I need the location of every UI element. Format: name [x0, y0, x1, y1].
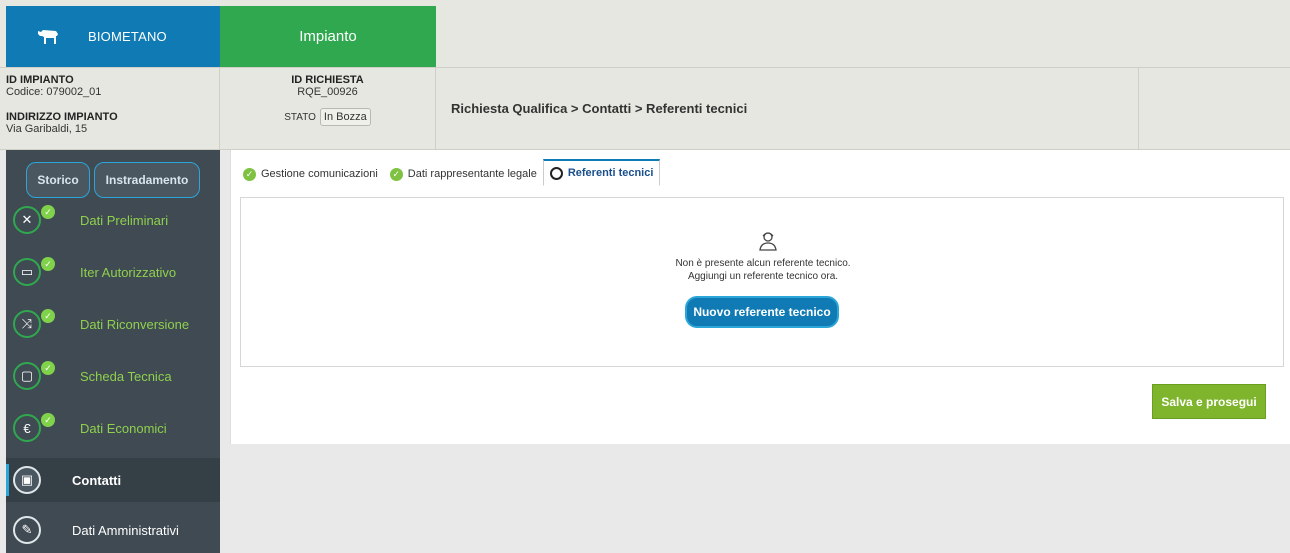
check-icon: ✓ — [41, 413, 55, 427]
sidebar-item-label: Scheda Tecnica — [80, 368, 172, 384]
sidebar-item-label: Dati Amministrativi — [72, 522, 179, 538]
tab-dati-rappresentante-legale[interactable]: ✓ Dati rappresentante legale — [384, 162, 543, 186]
tablet-icon: ▢ — [13, 362, 41, 390]
brand-name: BIOMETANO — [88, 29, 167, 44]
stato-label: STATO — [284, 111, 316, 123]
contacts-icon: ▣ — [13, 466, 41, 494]
id-impianto-label: ID IMPIANTO — [6, 74, 74, 86]
status-badge: In Bozza — [319, 108, 371, 126]
breadcrumb: Richiesta Qualifica > Contatti > Referen… — [451, 101, 748, 116]
factory-icon: ▭ — [13, 258, 41, 286]
id-richiesta-value: RQE_00926 — [297, 86, 358, 98]
empty-message: Non è presente alcun referente tecnico. … — [241, 257, 1285, 283]
check-icon: ✓ — [41, 205, 55, 219]
check-icon: ✓ — [41, 257, 55, 271]
info-row: ID IMPIANTO Codice: 079002_01 INDIRIZZO … — [0, 67, 1290, 150]
tab-label: Dati rappresentante legale — [407, 168, 537, 180]
divider — [1138, 68, 1139, 150]
sidebar-item-iter-autorizzativo[interactable]: ▭ ✓ Iter Autorizzativo — [6, 250, 220, 294]
id-richiesta-label: ID RICHIESTA — [291, 74, 364, 86]
cow-icon — [38, 29, 58, 44]
tab-referenti-tecnici[interactable]: Referenti tecnici — [542, 159, 661, 186]
sidebar-item-label: Dati Riconversione — [80, 316, 190, 332]
sidebar-item-scheda-tecnica[interactable]: ▢ ✓ Scheda Tecnica — [6, 354, 220, 398]
technician-icon — [759, 232, 777, 251]
section-tabs: ✓ Gestione comunicazioni ✓ Dati rapprese… — [237, 159, 661, 186]
wrench-icon: ✎ — [13, 516, 41, 544]
sidebar: Storico Instradamento ✕ ✓ Dati Prelimina… — [6, 150, 220, 553]
request-info: ID RICHIESTA RQE_00926 STATO In Bozza — [220, 68, 436, 150]
sidebar-item-dati-riconversione[interactable]: ⤨ ✓ Dati Riconversione — [6, 302, 220, 346]
check-icon: ✓ — [41, 309, 55, 323]
sidebar-item-contatti[interactable]: ▣ Contatti — [6, 458, 220, 502]
empty-line-2: Aggiungi un referente tecnico ora. — [687, 271, 839, 282]
check-icon: ✓ — [243, 167, 256, 181]
instradamento-button[interactable]: Instradamento — [94, 162, 200, 198]
app-root: BIOMETANO Impianto ID IMPIANTO Codice: 0… — [0, 0, 1290, 553]
brand-tab[interactable]: BIOMETANO — [6, 6, 220, 67]
indirizzo-label: INDIRIZZO IMPIANTO — [6, 111, 118, 123]
stato: STATO In Bozza — [220, 108, 435, 126]
save-and-continue-button[interactable]: Salva e prosegui — [1152, 384, 1266, 419]
main-panel: ✓ Gestione comunicazioni ✓ Dati rapprese… — [230, 150, 1290, 444]
tab-label: Gestione comunicazioni — [261, 168, 378, 180]
indirizzo-value: Via Garibaldi, 15 — [6, 123, 88, 135]
plant-info: ID IMPIANTO Codice: 079002_01 INDIRIZZO … — [0, 68, 220, 150]
empty-state-panel: Non è presente alcun referente tecnico. … — [240, 197, 1284, 367]
id-impianto-value: Codice: 079002_01 — [6, 86, 102, 98]
sidebar-item-label: Contatti — [72, 472, 122, 488]
top-bar: BIOMETANO Impianto — [0, 0, 1290, 67]
storico-button[interactable]: Storico — [26, 162, 90, 198]
new-technical-contact-button[interactable]: Nuovo referente tecnico — [685, 296, 839, 328]
sidebar-item-dati-economici[interactable]: € ✓ Dati Economici — [6, 406, 220, 450]
tab-impianto[interactable]: Impianto — [220, 6, 436, 67]
empty-line-1: Non è presente alcun referente tecnico. — [675, 258, 851, 269]
check-icon: ✓ — [41, 361, 55, 375]
sidebar-item-dati-preliminari[interactable]: ✕ ✓ Dati Preliminari — [6, 198, 220, 242]
circle-icon — [549, 166, 563, 180]
tab-gestione-comunicazioni[interactable]: ✓ Gestione comunicazioni — [237, 162, 384, 186]
euro-icon: € — [13, 414, 41, 442]
sidebar-item-label: Iter Autorizzativo — [80, 264, 177, 280]
sidebar-item-label: Dati Economici — [80, 420, 167, 436]
tools-icon: ✕ — [13, 206, 41, 234]
shuffle-icon: ⤨ — [13, 310, 41, 338]
tab-label: Referenti tecnici — [567, 167, 654, 179]
sidebar-item-label: Dati Preliminari — [80, 212, 169, 228]
sidebar-item-dati-amministrativi[interactable]: ✎ Dati Amministrativi — [6, 508, 220, 552]
check-icon: ✓ — [389, 167, 403, 181]
